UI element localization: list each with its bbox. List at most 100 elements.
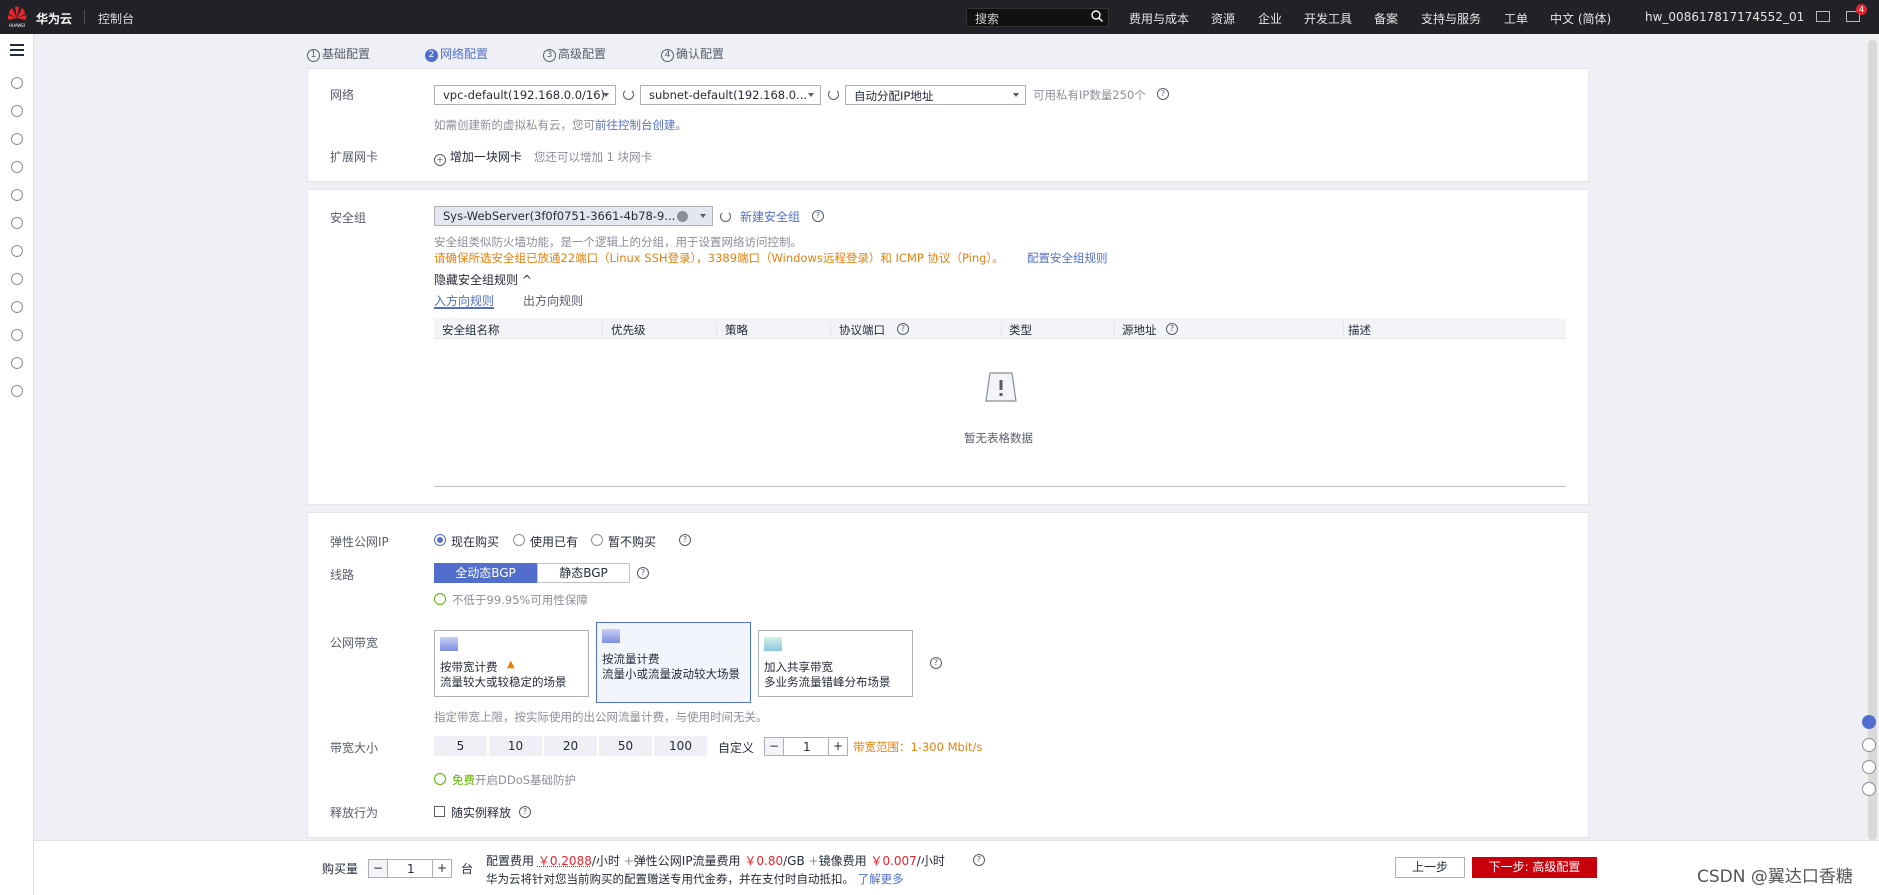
nic-label: 扩展网卡 bbox=[330, 150, 379, 164]
card-desc: 流量小或流量波动较大场景 bbox=[602, 667, 740, 681]
not-buy-label[interactable]: 暂不购买 bbox=[608, 533, 656, 550]
anchor-icon[interactable] bbox=[11, 301, 23, 313]
refresh-icon[interactable] bbox=[623, 89, 634, 100]
chat-icon[interactable] bbox=[1862, 715, 1876, 729]
help-icon[interactable]: ? bbox=[812, 210, 824, 222]
line-static-bgp[interactable]: 静态BGP bbox=[537, 563, 630, 583]
service-icon[interactable] bbox=[11, 77, 23, 89]
new-security-group-link[interactable]: 新建安全组 bbox=[740, 208, 800, 225]
nav-icp[interactable]: 备案 bbox=[1374, 10, 1398, 27]
storage-icon[interactable] bbox=[11, 189, 23, 201]
card-shared-bandwidth[interactable]: 加入共享带宽 多业务流量错峰分布场景 bbox=[758, 630, 913, 697]
size-100[interactable]: 100 bbox=[654, 736, 707, 756]
container-icon[interactable] bbox=[11, 273, 23, 285]
brand-name[interactable]: 华为云 bbox=[36, 10, 72, 27]
quantity-value[interactable]: 1 bbox=[407, 862, 415, 876]
feedback-icon[interactable] bbox=[1862, 760, 1876, 774]
voucher-note: 华为云将针对您当前购买的配置赠送专用代金券，并在支付时自动抵扣。 了解更多 bbox=[486, 871, 904, 887]
nav-support[interactable]: 支持与服务 bbox=[1421, 10, 1481, 27]
screen-icon[interactable] bbox=[1816, 11, 1830, 22]
tab-outbound[interactable]: 出方向规则 bbox=[523, 292, 583, 309]
globe-icon[interactable] bbox=[11, 385, 23, 397]
size-20[interactable]: 20 bbox=[544, 736, 597, 756]
security-group-select[interactable]: Sys-WebServer(3f0f0751-3661-4b78-9... bbox=[434, 206, 713, 226]
step-advanced[interactable]: 3 高级配置 bbox=[543, 45, 606, 62]
nav-enterprise[interactable]: 企业 bbox=[1258, 10, 1282, 27]
eip-fee-label: 弹性公网IP流量费用 bbox=[633, 854, 741, 868]
voucher-text: 华为云将针对您当前购买的配置赠送专用代金券，并在支付时自动抵扣。 bbox=[486, 872, 854, 886]
buy-now-label[interactable]: 现在购买 bbox=[451, 533, 499, 550]
radio-use-existing[interactable] bbox=[513, 534, 525, 546]
search-icon[interactable] bbox=[1091, 10, 1103, 22]
size-50[interactable]: 50 bbox=[599, 736, 652, 756]
radio-not-buy[interactable] bbox=[591, 534, 603, 546]
bandwidth-value[interactable]: 1 bbox=[803, 740, 811, 754]
support-icon[interactable] bbox=[11, 329, 23, 341]
help-icon[interactable]: ? bbox=[930, 657, 942, 669]
release-checkbox[interactable] bbox=[434, 806, 445, 817]
card-by-bandwidth[interactable]: 按带宽计费 ▲ 流量较大或较稳定的场景 bbox=[434, 630, 589, 697]
help-icon[interactable]: ? bbox=[1166, 323, 1178, 335]
card-by-traffic[interactable]: 按流量计费 流量小或流量波动较大场景 bbox=[596, 622, 751, 703]
add-nic-button[interactable]: + 增加一块网卡 bbox=[434, 148, 522, 166]
help-float-icon[interactable] bbox=[1862, 738, 1876, 752]
nav-resources[interactable]: 资源 bbox=[1211, 10, 1235, 27]
use-existing-label[interactable]: 使用已有 bbox=[530, 533, 578, 550]
subnet-value: subnet-default(192.168.0... bbox=[649, 88, 808, 102]
nav-devtools[interactable]: 开发工具 bbox=[1304, 10, 1352, 27]
eip-fee[interactable]: ￥0.80 bbox=[744, 854, 783, 868]
help-icon[interactable]: ? bbox=[519, 806, 531, 818]
image-fee[interactable]: ￥0.007 bbox=[870, 854, 916, 868]
config-rules-link[interactable]: 配置安全组规则 bbox=[1027, 250, 1108, 266]
search-input[interactable]: 搜索 bbox=[966, 8, 1109, 27]
nav-language[interactable]: 中文 (简体) bbox=[1550, 10, 1611, 27]
nic-hint: 您还可以增加 1 块网卡 bbox=[534, 150, 653, 164]
radio-buy-now[interactable] bbox=[434, 534, 446, 546]
hide-rules-toggle[interactable]: 隐藏安全组规则 ^ bbox=[434, 271, 532, 288]
next-button[interactable]: 下一步: 高级配置 bbox=[1472, 857, 1597, 878]
step-network[interactable]: 2 网络配置 bbox=[425, 45, 488, 62]
bandwidth-icon bbox=[440, 637, 458, 651]
help-icon[interactable]: ? bbox=[637, 567, 649, 579]
line-dynamic-bgp[interactable]: 全动态BGP bbox=[434, 563, 537, 583]
size-10[interactable]: 10 bbox=[489, 736, 542, 756]
menu-icon[interactable] bbox=[10, 44, 24, 56]
database-icon[interactable] bbox=[11, 133, 23, 145]
refresh-icon[interactable] bbox=[828, 89, 839, 100]
help-icon[interactable]: ? bbox=[897, 323, 909, 335]
plus-icon[interactable]: + bbox=[828, 738, 847, 755]
compute-icon[interactable] bbox=[11, 217, 23, 229]
console-link[interactable]: 控制台 bbox=[98, 10, 134, 27]
help-icon[interactable]: ? bbox=[973, 854, 985, 866]
learn-more-link[interactable]: 了解更多 bbox=[858, 872, 904, 886]
ip-assign-select[interactable]: 自动分配IP地址 bbox=[845, 85, 1026, 105]
subnet-select[interactable]: subnet-default(192.168.0... bbox=[640, 85, 821, 105]
step-basic[interactable]: 1 基础配置 bbox=[307, 45, 370, 62]
prev-button[interactable]: 上一步 bbox=[1395, 857, 1465, 878]
refresh-icon[interactable] bbox=[720, 211, 731, 222]
release-option-label[interactable]: 随实例释放 bbox=[451, 804, 511, 821]
network-icon[interactable] bbox=[11, 161, 23, 173]
notification-badge: 4 bbox=[1856, 4, 1867, 15]
clear-icon[interactable] bbox=[677, 211, 688, 222]
minus-icon[interactable]: − bbox=[369, 860, 388, 877]
smile-icon[interactable] bbox=[1862, 782, 1876, 796]
nav-billing[interactable]: 费用与成本 bbox=[1129, 10, 1189, 27]
cloud-icon[interactable] bbox=[11, 105, 23, 117]
nav-tickets[interactable]: 工单 bbox=[1504, 10, 1528, 27]
vpc-select[interactable]: vpc-default(192.168.0.0/16) bbox=[434, 85, 616, 105]
plus-icon[interactable]: + bbox=[432, 860, 451, 877]
upload-icon[interactable] bbox=[11, 245, 23, 257]
config-fee[interactable]: ￥0.2088 bbox=[538, 854, 592, 868]
top-bar: HUAWEI 华为云 控制台 搜索 费用与成本 资源 企业 开发工具 备案 支持… bbox=[0, 0, 1879, 34]
help-icon[interactable]: ? bbox=[679, 534, 691, 546]
vpc-create-link[interactable]: 前往控制台创建。 bbox=[595, 118, 687, 132]
size-5[interactable]: 5 bbox=[434, 736, 487, 756]
step-confirm[interactable]: 4 确认配置 bbox=[661, 45, 724, 62]
bandwidth-hint: 指定带宽上限，按实际使用的出公网流量计费，与使用时间无关。 bbox=[434, 710, 768, 724]
huawei-logo[interactable]: HUAWEI bbox=[6, 5, 28, 29]
alert-icon[interactable] bbox=[11, 357, 23, 369]
minus-icon[interactable]: − bbox=[765, 738, 784, 755]
help-icon[interactable]: ? bbox=[1157, 88, 1169, 100]
account-name[interactable]: hw_008617817174552_01 bbox=[1645, 10, 1804, 24]
